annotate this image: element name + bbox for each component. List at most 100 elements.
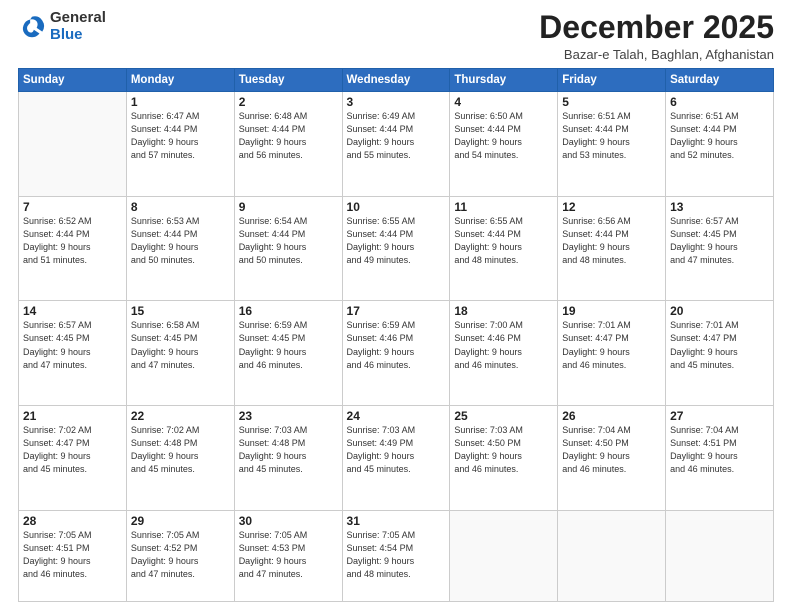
day-info: Sunrise: 7:05 AM Sunset: 4:52 PM Dayligh… (131, 529, 230, 581)
day-info: Sunrise: 6:51 AM Sunset: 4:44 PM Dayligh… (670, 110, 769, 162)
col-tuesday: Tuesday (234, 69, 342, 92)
calendar-week-row: 21Sunrise: 7:02 AM Sunset: 4:47 PM Dayli… (19, 406, 774, 511)
location-title: Bazar-e Talah, Baghlan, Afghanistan (539, 47, 774, 62)
table-row: 25Sunrise: 7:03 AM Sunset: 4:50 PM Dayli… (450, 406, 558, 511)
day-number: 12 (562, 200, 661, 214)
table-row: 11Sunrise: 6:55 AM Sunset: 4:44 PM Dayli… (450, 196, 558, 301)
day-number: 30 (239, 514, 338, 528)
day-number: 27 (670, 409, 769, 423)
day-info: Sunrise: 6:57 AM Sunset: 4:45 PM Dayligh… (23, 319, 122, 371)
day-number: 23 (239, 409, 338, 423)
day-info: Sunrise: 7:03 AM Sunset: 4:48 PM Dayligh… (239, 424, 338, 476)
day-number: 19 (562, 304, 661, 318)
day-info: Sunrise: 7:03 AM Sunset: 4:50 PM Dayligh… (454, 424, 553, 476)
day-info: Sunrise: 7:02 AM Sunset: 4:48 PM Dayligh… (131, 424, 230, 476)
table-row: 3Sunrise: 6:49 AM Sunset: 4:44 PM Daylig… (342, 92, 450, 197)
table-row: 6Sunrise: 6:51 AM Sunset: 4:44 PM Daylig… (666, 92, 774, 197)
day-info: Sunrise: 7:00 AM Sunset: 4:46 PM Dayligh… (454, 319, 553, 371)
day-info: Sunrise: 7:03 AM Sunset: 4:49 PM Dayligh… (347, 424, 446, 476)
table-row: 29Sunrise: 7:05 AM Sunset: 4:52 PM Dayli… (126, 510, 234, 601)
table-row: 23Sunrise: 7:03 AM Sunset: 4:48 PM Dayli… (234, 406, 342, 511)
logo-icon (18, 13, 46, 41)
table-row: 17Sunrise: 6:59 AM Sunset: 4:46 PM Dayli… (342, 301, 450, 406)
day-info: Sunrise: 6:52 AM Sunset: 4:44 PM Dayligh… (23, 215, 122, 267)
day-info: Sunrise: 7:05 AM Sunset: 4:53 PM Dayligh… (239, 529, 338, 581)
day-number: 5 (562, 95, 661, 109)
day-number: 13 (670, 200, 769, 214)
title-block: December 2025 Bazar-e Talah, Baghlan, Af… (539, 10, 774, 62)
table-row: 26Sunrise: 7:04 AM Sunset: 4:50 PM Dayli… (558, 406, 666, 511)
calendar-week-row: 7Sunrise: 6:52 AM Sunset: 4:44 PM Daylig… (19, 196, 774, 301)
day-number: 7 (23, 200, 122, 214)
table-row: 9Sunrise: 6:54 AM Sunset: 4:44 PM Daylig… (234, 196, 342, 301)
day-number: 14 (23, 304, 122, 318)
col-friday: Friday (558, 69, 666, 92)
day-info: Sunrise: 6:59 AM Sunset: 4:45 PM Dayligh… (239, 319, 338, 371)
day-info: Sunrise: 7:01 AM Sunset: 4:47 PM Dayligh… (562, 319, 661, 371)
col-saturday: Saturday (666, 69, 774, 92)
day-info: Sunrise: 7:04 AM Sunset: 4:51 PM Dayligh… (670, 424, 769, 476)
col-thursday: Thursday (450, 69, 558, 92)
day-number: 2 (239, 95, 338, 109)
day-number: 10 (347, 200, 446, 214)
day-number: 11 (454, 200, 553, 214)
page: General Blue December 2025 Bazar-e Talah… (0, 0, 792, 612)
day-number: 8 (131, 200, 230, 214)
day-info: Sunrise: 6:53 AM Sunset: 4:44 PM Dayligh… (131, 215, 230, 267)
table-row: 19Sunrise: 7:01 AM Sunset: 4:47 PM Dayli… (558, 301, 666, 406)
day-info: Sunrise: 6:55 AM Sunset: 4:44 PM Dayligh… (347, 215, 446, 267)
table-row: 7Sunrise: 6:52 AM Sunset: 4:44 PM Daylig… (19, 196, 127, 301)
day-number: 25 (454, 409, 553, 423)
day-info: Sunrise: 7:05 AM Sunset: 4:51 PM Dayligh… (23, 529, 122, 581)
table-row: 4Sunrise: 6:50 AM Sunset: 4:44 PM Daylig… (450, 92, 558, 197)
day-info: Sunrise: 6:59 AM Sunset: 4:46 PM Dayligh… (347, 319, 446, 371)
table-row: 12Sunrise: 6:56 AM Sunset: 4:44 PM Dayli… (558, 196, 666, 301)
table-row (558, 510, 666, 601)
day-info: Sunrise: 7:02 AM Sunset: 4:47 PM Dayligh… (23, 424, 122, 476)
table-row: 5Sunrise: 6:51 AM Sunset: 4:44 PM Daylig… (558, 92, 666, 197)
table-row: 14Sunrise: 6:57 AM Sunset: 4:45 PM Dayli… (19, 301, 127, 406)
table-row: 16Sunrise: 6:59 AM Sunset: 4:45 PM Dayli… (234, 301, 342, 406)
table-row (666, 510, 774, 601)
table-row: 13Sunrise: 6:57 AM Sunset: 4:45 PM Dayli… (666, 196, 774, 301)
day-number: 4 (454, 95, 553, 109)
calendar-header-row: Sunday Monday Tuesday Wednesday Thursday… (19, 69, 774, 92)
day-number: 22 (131, 409, 230, 423)
table-row: 28Sunrise: 7:05 AM Sunset: 4:51 PM Dayli… (19, 510, 127, 601)
day-info: Sunrise: 6:56 AM Sunset: 4:44 PM Dayligh… (562, 215, 661, 267)
day-number: 20 (670, 304, 769, 318)
day-number: 28 (23, 514, 122, 528)
calendar-week-row: 14Sunrise: 6:57 AM Sunset: 4:45 PM Dayli… (19, 301, 774, 406)
day-number: 31 (347, 514, 446, 528)
day-number: 9 (239, 200, 338, 214)
day-number: 17 (347, 304, 446, 318)
table-row: 2Sunrise: 6:48 AM Sunset: 4:44 PM Daylig… (234, 92, 342, 197)
day-number: 16 (239, 304, 338, 318)
day-number: 29 (131, 514, 230, 528)
table-row: 31Sunrise: 7:05 AM Sunset: 4:54 PM Dayli… (342, 510, 450, 601)
table-row: 10Sunrise: 6:55 AM Sunset: 4:44 PM Dayli… (342, 196, 450, 301)
col-sunday: Sunday (19, 69, 127, 92)
day-number: 24 (347, 409, 446, 423)
logo: General Blue (18, 10, 106, 43)
table-row: 27Sunrise: 7:04 AM Sunset: 4:51 PM Dayli… (666, 406, 774, 511)
day-number: 3 (347, 95, 446, 109)
day-info: Sunrise: 7:01 AM Sunset: 4:47 PM Dayligh… (670, 319, 769, 371)
logo-general-text: General (50, 10, 106, 27)
day-number: 6 (670, 95, 769, 109)
logo-text: General Blue (50, 10, 106, 43)
table-row (19, 92, 127, 197)
table-row (450, 510, 558, 601)
day-info: Sunrise: 6:50 AM Sunset: 4:44 PM Dayligh… (454, 110, 553, 162)
logo-blue-text: Blue (50, 27, 106, 44)
day-number: 1 (131, 95, 230, 109)
table-row: 15Sunrise: 6:58 AM Sunset: 4:45 PM Dayli… (126, 301, 234, 406)
day-info: Sunrise: 6:47 AM Sunset: 4:44 PM Dayligh… (131, 110, 230, 162)
table-row: 21Sunrise: 7:02 AM Sunset: 4:47 PM Dayli… (19, 406, 127, 511)
calendar-table: Sunday Monday Tuesday Wednesday Thursday… (18, 68, 774, 602)
day-info: Sunrise: 7:05 AM Sunset: 4:54 PM Dayligh… (347, 529, 446, 581)
day-info: Sunrise: 6:51 AM Sunset: 4:44 PM Dayligh… (562, 110, 661, 162)
table-row: 1Sunrise: 6:47 AM Sunset: 4:44 PM Daylig… (126, 92, 234, 197)
day-info: Sunrise: 7:04 AM Sunset: 4:50 PM Dayligh… (562, 424, 661, 476)
day-number: 21 (23, 409, 122, 423)
